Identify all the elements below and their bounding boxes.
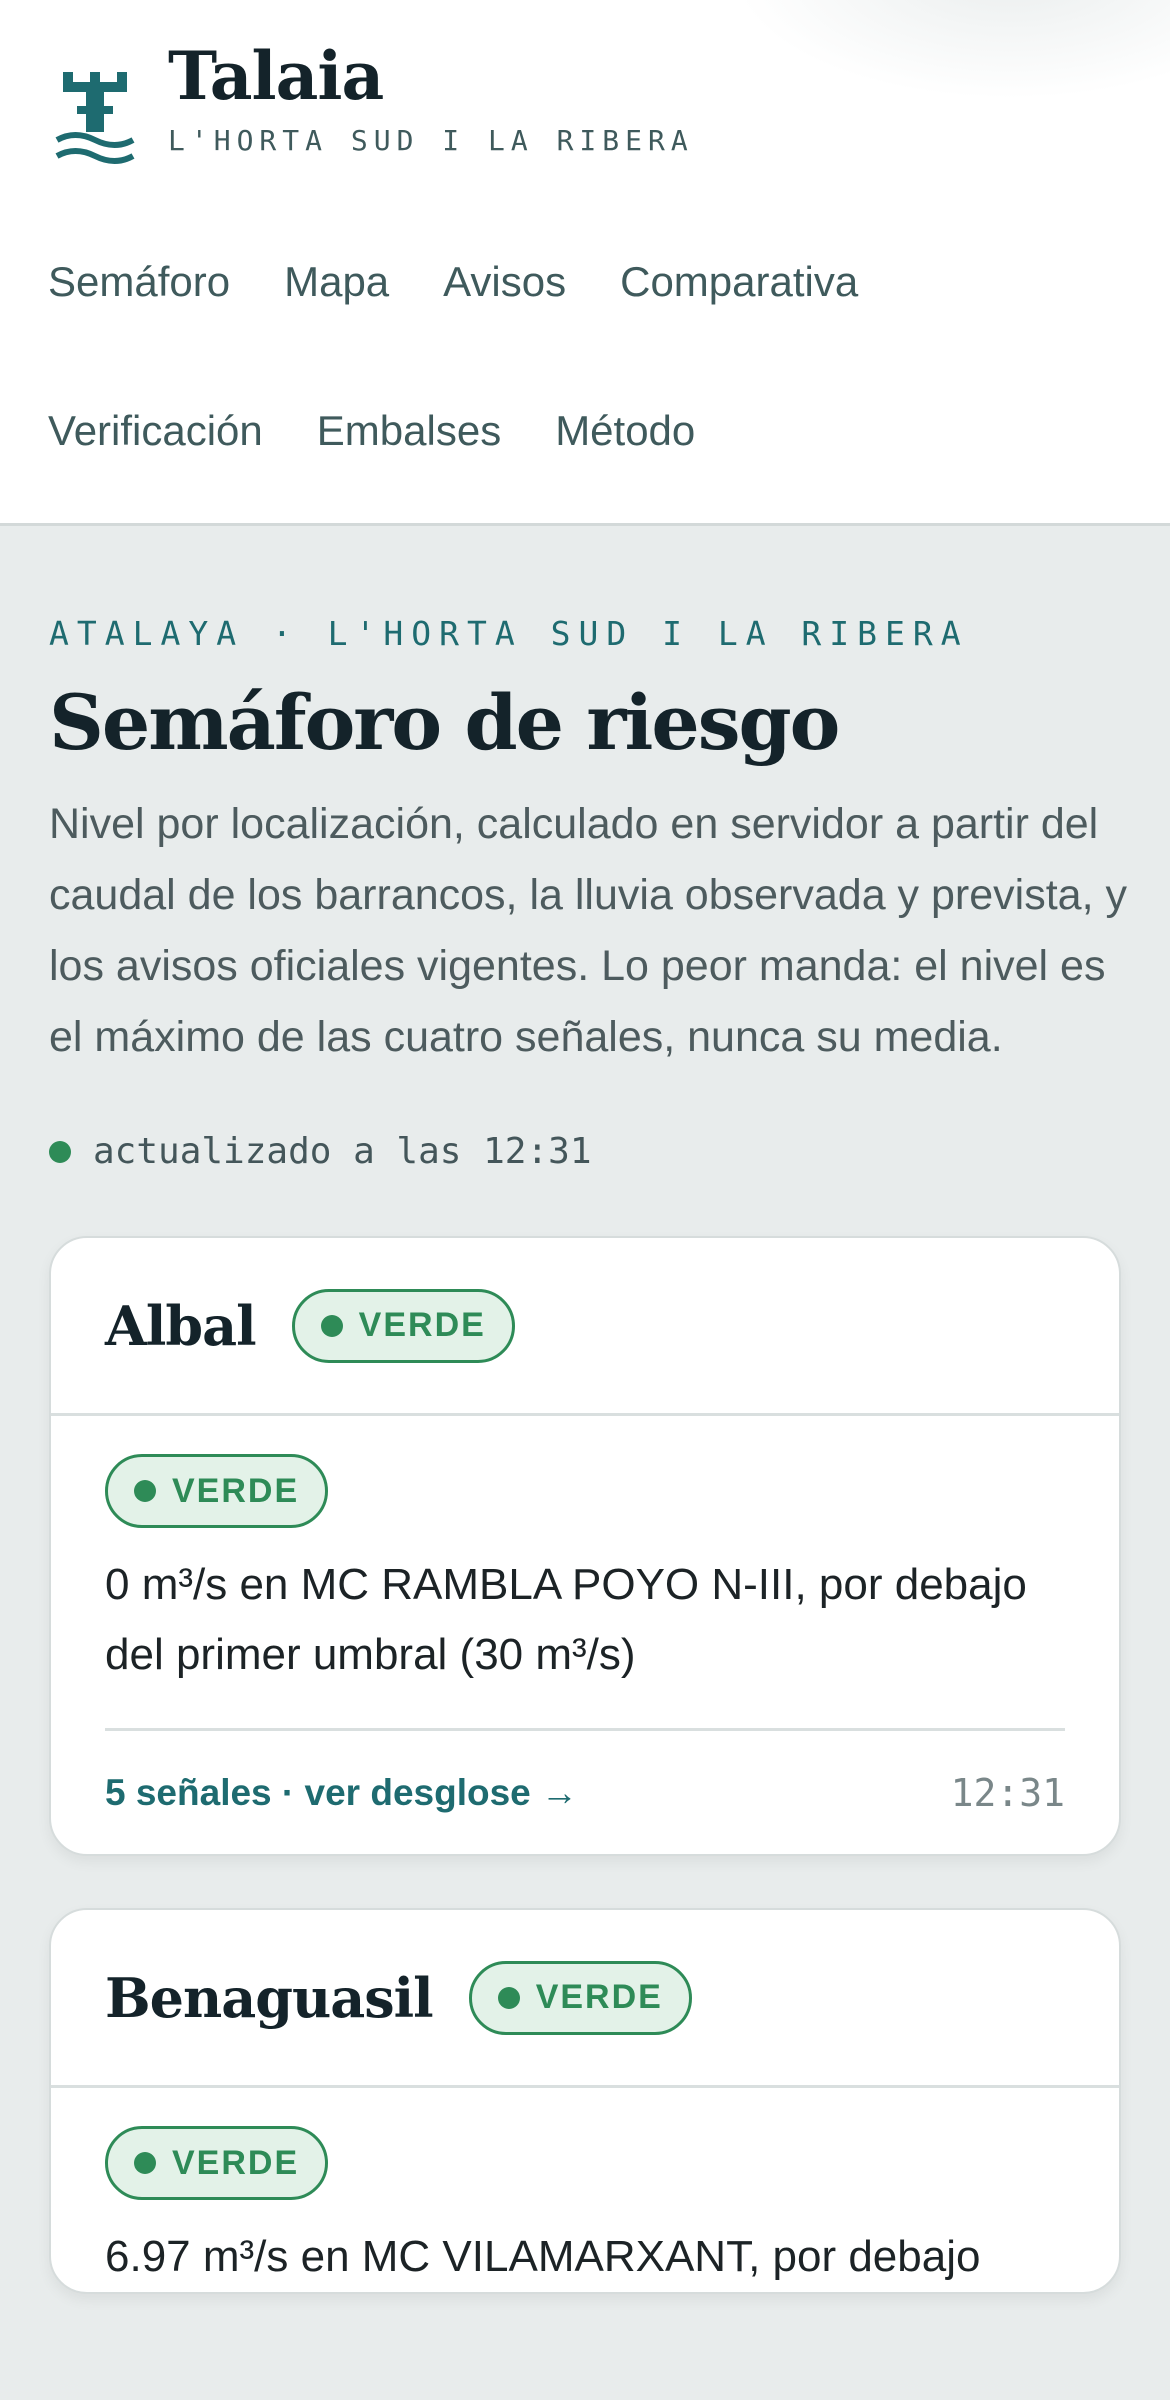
location-card-benaguasil[interactable]: Benaguasil VERDE VERDE 6.97 m³/s en MC V…	[49, 1908, 1121, 2294]
signal-description: 6.97 m³/s en MC VILAMARXANT, por debajo	[105, 2232, 981, 2281]
nav-item-verificacion[interactable]: Verificación	[48, 375, 263, 523]
nav-item-embalses[interactable]: Embalses	[317, 375, 501, 523]
risk-level-label: VERDE	[358, 1306, 486, 1344]
signal-level-label: VERDE	[172, 2143, 300, 2182]
main-content: ATALAYA · L'HORTA SUD I LA RIBERA Semáfo…	[0, 614, 1170, 2294]
update-time: actualizado a las 12:31	[93, 1131, 592, 1172]
signal-level-label: VERDE	[172, 1471, 300, 1510]
risk-level-badge: VERDE	[291, 1288, 515, 1363]
card-body: VERDE 0 m³/s en MC RAMBLA POYO N-III, po…	[51, 1416, 1119, 1854]
signal-level-badge: VERDE	[105, 1454, 329, 1528]
card-header: Albal VERDE	[51, 1238, 1119, 1416]
risk-level-badge: VERDE	[468, 1960, 692, 2035]
brand-subtitle: L'HORTA SUD I LA RIBERA	[168, 124, 694, 157]
nav-item-avisos[interactable]: Avisos	[443, 226, 566, 375]
signals-breakdown-link[interactable]: 5 señales · ver desglose →	[105, 1772, 578, 1814]
level-dot-icon	[134, 1480, 156, 1502]
card-timestamp: 12:31	[950, 1770, 1065, 1815]
page-description: Nivel por localización, calculado en ser…	[49, 800, 1127, 1061]
risk-level-label: VERDE	[535, 1978, 663, 2016]
status-dot-icon	[49, 1140, 71, 1163]
level-dot-icon	[497, 1986, 520, 2009]
location-name: Albal	[105, 1293, 257, 1358]
watchtower-waves-icon	[55, 72, 135, 164]
card-footer: 5 señales · ver desglose → 12:31	[105, 1728, 1065, 1854]
card-body: VERDE 6.97 m³/s en MC VILAMARXANT, por d…	[51, 2088, 1119, 2292]
brand-title: Talaia	[168, 37, 384, 115]
page-eyebrow: ATALAYA · L'HORTA SUD I LA RIBERA	[49, 614, 969, 653]
nav-item-semaforo[interactable]: Semáforo	[48, 226, 230, 375]
level-dot-icon	[320, 1314, 343, 1337]
main-nav: Semáforo Mapa Avisos Comparativa Verific…	[48, 226, 1128, 523]
nav-item-comparativa[interactable]: Comparativa	[620, 226, 858, 375]
location-name: Benaguasil	[105, 1965, 434, 2030]
level-dot-icon	[134, 2152, 156, 2174]
nav-item-metodo[interactable]: Método	[555, 375, 695, 523]
card-header: Benaguasil VERDE	[51, 1910, 1119, 2088]
signal-level-badge: VERDE	[105, 2126, 329, 2200]
update-status: actualizado a las 12:31	[49, 1131, 1121, 1172]
brand[interactable]: Talaia L'HORTA SUD I LA RIBERA	[55, 38, 694, 188]
page-title: Semáforo de riesgo	[49, 678, 840, 767]
site-header: Talaia L'HORTA SUD I LA RIBERA Semáforo …	[0, 0, 1170, 526]
nav-item-mapa[interactable]: Mapa	[284, 226, 389, 375]
location-card-albal[interactable]: Albal VERDE VERDE 0 m³/s en MC RAMBLA PO…	[49, 1236, 1121, 1856]
signal-description: 0 m³/s en MC RAMBLA POYO N-III, por deba…	[105, 1560, 1027, 1679]
